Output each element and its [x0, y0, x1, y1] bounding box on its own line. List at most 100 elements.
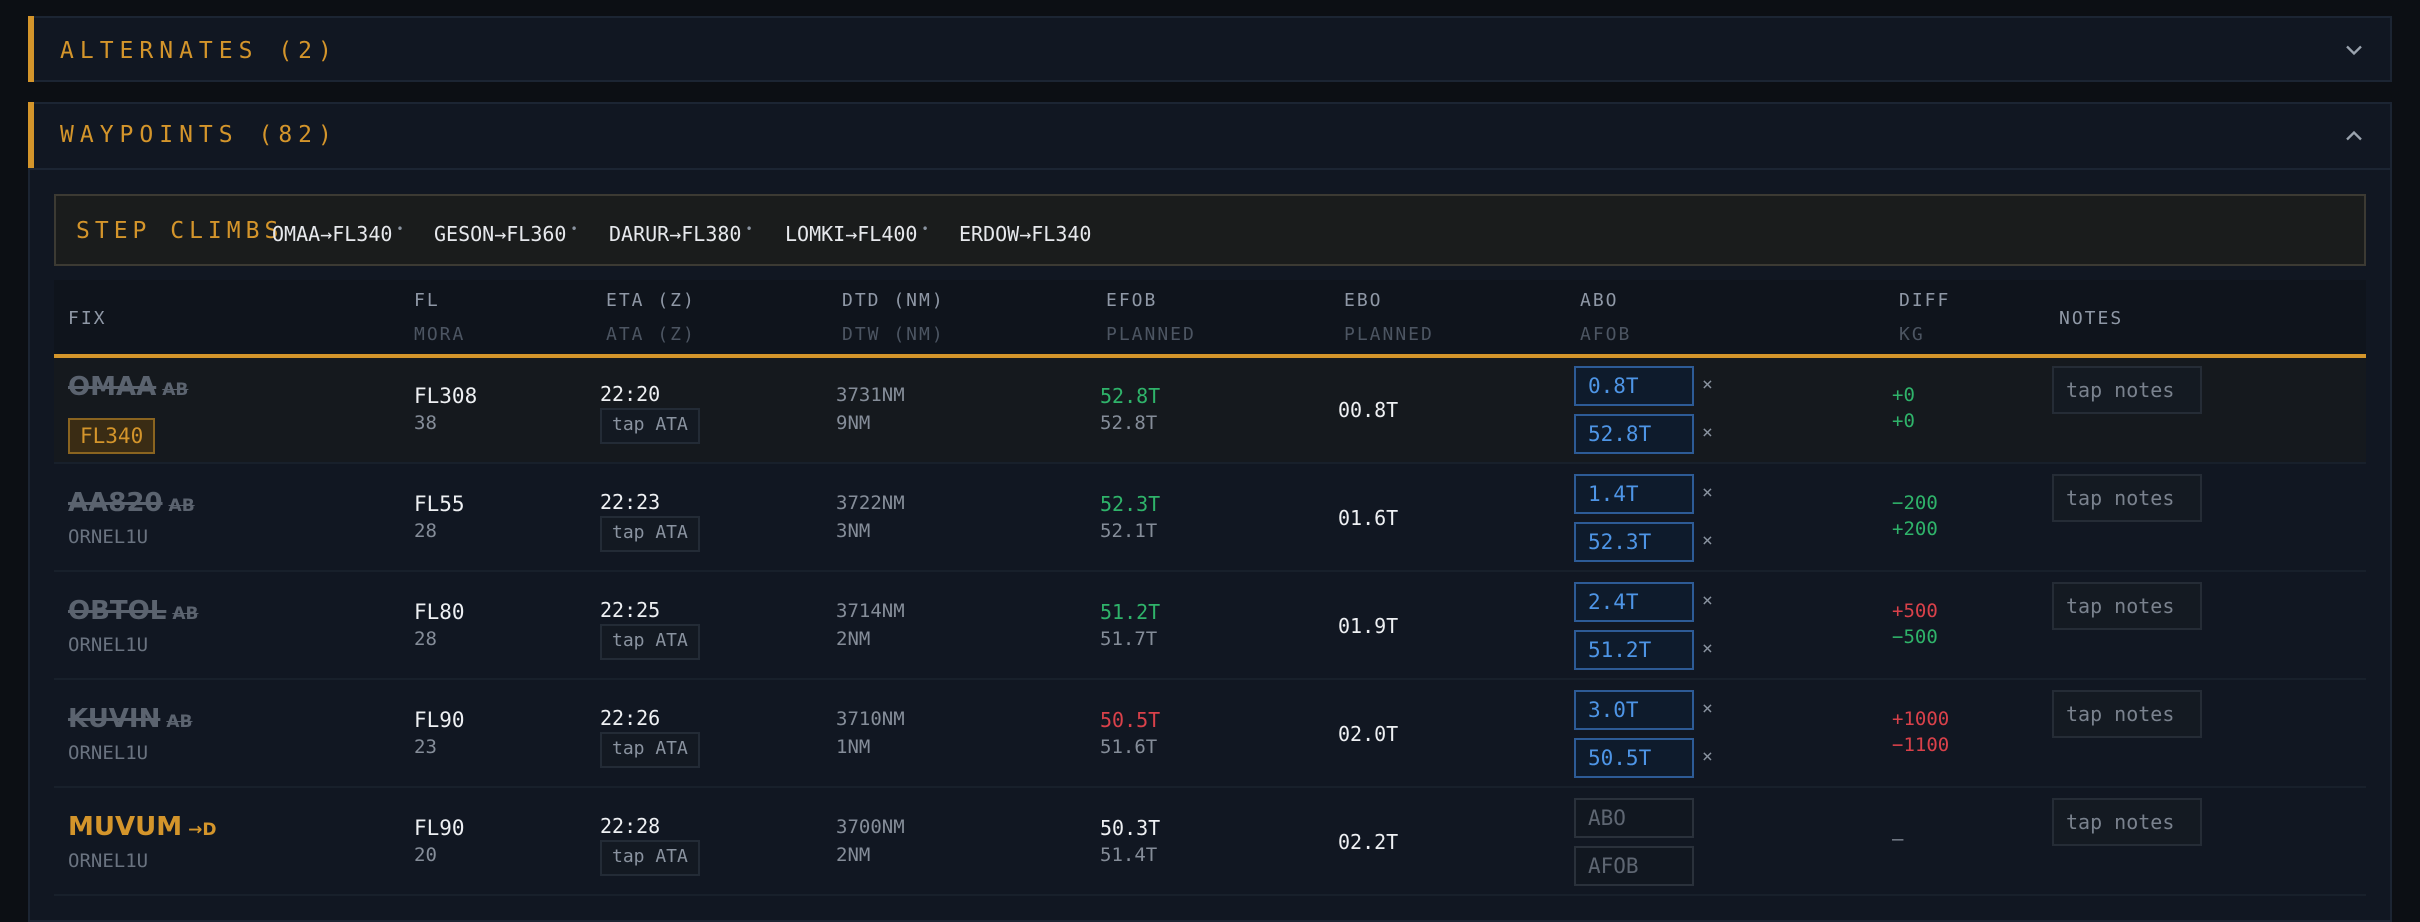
notes-input[interactable]: tap notes	[2052, 366, 2202, 414]
fl-value: FL308	[414, 384, 478, 408]
eta-value: 22:20	[600, 382, 661, 406]
step-climb-item: LOMKI→FL400 •	[785, 222, 929, 246]
eta-value: 22:26	[600, 706, 661, 730]
notes-input[interactable]: tap notes	[2052, 798, 2202, 846]
clear-afob-icon[interactable]: ×	[1702, 422, 1713, 443]
diff-afob-value: −500	[1892, 626, 1938, 648]
diff-abo-value: +1000	[1892, 708, 1950, 730]
col-ebo-planned: PLANNED	[1344, 324, 1434, 345]
ebo-value: 02.0T	[1338, 722, 1399, 746]
clear-afob-icon[interactable]: ×	[1702, 746, 1713, 767]
step-climb-badge: FL340	[68, 418, 156, 454]
step-climb-item: GESON→FL360 •	[434, 222, 578, 246]
chevron-down-icon[interactable]	[2340, 36, 2368, 64]
diff-value: —	[1892, 828, 1904, 850]
table-row[interactable]: KUVIN AB ORNEL1U FL90 23 22:26 tap ATA 37…	[54, 682, 2366, 788]
fl-value: FL90	[414, 816, 465, 840]
mora-value: 20	[414, 844, 437, 866]
fix-cell: OBTOL AB	[68, 596, 198, 626]
fix-cell: KUVIN AB	[68, 704, 192, 734]
fl-value: FL55	[414, 492, 465, 516]
dtw-value: 3NM	[836, 520, 871, 542]
diff-afob-value: +200	[1892, 518, 1938, 540]
tap-ata-button[interactable]: tap ATA	[600, 624, 700, 660]
abo-input[interactable]: 3.0T	[1574, 690, 1694, 730]
table-row[interactable]: OMAA AB FL340 FL308 38 22:20 tap ATA 3731…	[54, 358, 2366, 464]
clear-afob-icon[interactable]: ×	[1702, 530, 1713, 551]
route-name: ORNEL1U	[68, 526, 149, 548]
abo-input[interactable]: ABO	[1574, 798, 1694, 838]
step-climbs-label: STEP CLIMBS	[76, 218, 284, 244]
clear-abo-icon[interactable]: ×	[1702, 482, 1713, 503]
col-efob-planned: PLANNED	[1106, 324, 1196, 345]
step-climb-text: ERDOW→FL340	[959, 222, 1092, 246]
afob-input[interactable]: 52.8T	[1574, 414, 1694, 454]
tap-ata-button[interactable]: tap ATA	[600, 732, 700, 768]
col-kg: KG	[1899, 324, 1925, 345]
clear-afob-icon[interactable]: ×	[1702, 638, 1713, 659]
efob-planned-value: 52.8T	[1100, 412, 1158, 434]
efob-planned-value: 51.6T	[1100, 736, 1158, 758]
tap-ata-button[interactable]: tap ATA	[600, 840, 700, 876]
dtw-value: 2NM	[836, 628, 871, 650]
table-row[interactable]: MUVUM →D ORNEL1U FL90 20 22:28 tap ATA 37…	[54, 790, 2366, 896]
efob-value: 50.3T	[1100, 816, 1161, 840]
abo-input[interactable]: 0.8T	[1574, 366, 1694, 406]
fix-cell: OMAA AB	[68, 372, 188, 402]
abo-input[interactable]: 1.4T	[1574, 474, 1694, 514]
col-dtw: DTW (NM)	[842, 324, 945, 345]
afob-input[interactable]: AFOB	[1574, 846, 1694, 886]
ebo-value: 00.8T	[1338, 398, 1399, 422]
dtw-value: 2NM	[836, 844, 871, 866]
table-row[interactable]: OBTOL AB ORNEL1U FL80 28 22:25 tap ATA 37…	[54, 574, 2366, 680]
ebo-value: 01.6T	[1338, 506, 1399, 530]
fl-value: FL80	[414, 600, 465, 624]
col-abo: ABO	[1580, 290, 1619, 311]
waypoints-header[interactable]: WAYPOINTS (82)	[30, 104, 2390, 170]
fix-name: AA820	[68, 488, 163, 518]
clear-abo-icon[interactable]: ×	[1702, 698, 1713, 719]
efob-value: 52.3T	[1100, 492, 1161, 516]
eta-value: 22:28	[600, 814, 661, 838]
chevron-up-icon[interactable]	[2340, 122, 2368, 150]
step-climbs-bar: STEP CLIMBS OMAA→FL340 • GESON→FL360 • DAR…	[54, 194, 2366, 266]
efob-value: 52.8T	[1100, 384, 1161, 408]
diff-abo-value: +500	[1892, 600, 1938, 622]
col-notes: NOTES	[2059, 308, 2124, 329]
dtw-value: 9NM	[836, 412, 871, 434]
col-afob: AFOB	[1580, 324, 1632, 345]
notes-input[interactable]: tap notes	[2052, 474, 2202, 522]
efob-value: 50.5T	[1100, 708, 1161, 732]
afob-input[interactable]: 51.2T	[1574, 630, 1694, 670]
afob-input[interactable]: 50.5T	[1574, 738, 1694, 778]
alternates-section[interactable]: ALTERNATES (2)	[28, 16, 2392, 82]
efob-value: 51.2T	[1100, 600, 1161, 624]
step-climb-item: OMAA→FL340 •	[272, 222, 404, 246]
direct-to-tag: →D	[188, 820, 217, 840]
fix-cell: AA820 AB	[68, 488, 195, 518]
table-row[interactable]: AA820 AB ORNEL1U FL55 28 22:23 tap ATA 37…	[54, 466, 2366, 572]
dtd-value: 3714NM	[836, 600, 905, 622]
notes-input[interactable]: tap notes	[2052, 690, 2202, 738]
fix-tag: AB	[172, 604, 199, 624]
col-fl: FL	[414, 290, 440, 311]
afob-input[interactable]: 52.3T	[1574, 522, 1694, 562]
eta-value: 22:25	[600, 598, 661, 622]
fix-name: OBTOL	[68, 596, 167, 626]
fix-cell: MUVUM →D	[68, 812, 216, 842]
tap-ata-button[interactable]: tap ATA	[600, 516, 700, 552]
notes-input[interactable]: tap notes	[2052, 582, 2202, 630]
col-ata: ATA (Z)	[606, 324, 696, 345]
clear-abo-icon[interactable]: ×	[1702, 590, 1713, 611]
efob-planned-value: 51.4T	[1100, 844, 1158, 866]
clear-abo-icon[interactable]: ×	[1702, 374, 1713, 395]
step-climb-text: OMAA→FL340	[272, 222, 393, 246]
abo-input[interactable]: 2.4T	[1574, 582, 1694, 622]
tap-ata-button[interactable]: tap ATA	[600, 408, 700, 444]
mora-value: 28	[414, 628, 437, 650]
diff-abo-value: −200	[1892, 492, 1938, 514]
dtw-value: 1NM	[836, 736, 871, 758]
fix-name: MUVUM	[68, 812, 183, 842]
ebo-value: 02.2T	[1338, 830, 1399, 854]
waypoints-table-header: FIX FL MORA ETA (Z) ATA (Z) DTD (NM) DTW…	[54, 280, 2366, 358]
